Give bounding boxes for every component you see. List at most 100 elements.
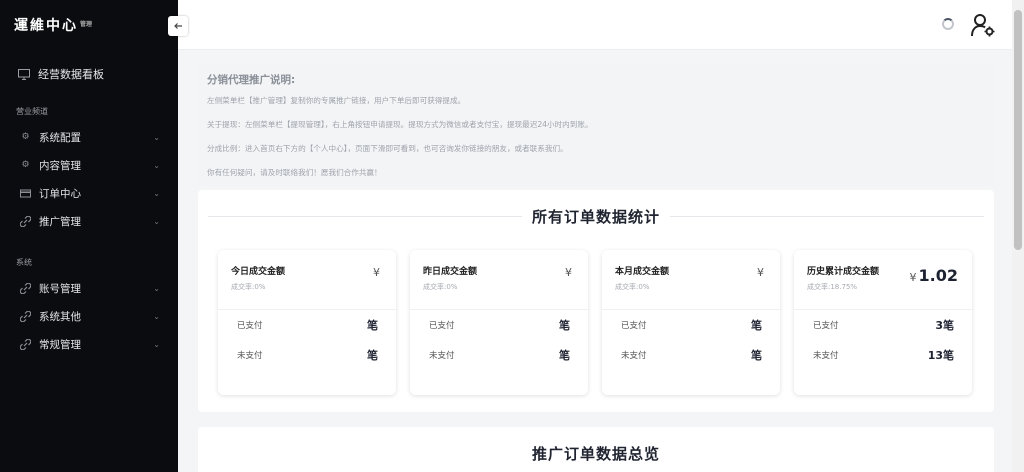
card-amount: ¥ 1.02 [910,266,958,285]
card-rate: 成交率:0% [615,283,650,291]
paid-label: 已支付 [813,321,839,331]
sidebar-item-accounts[interactable]: 账号管理 ⌄ [0,274,178,302]
unpaid-row: 未支付 笔 [410,340,588,370]
currency-symbol: ¥ [757,266,764,279]
link-icon [20,215,31,227]
paid-count: 3笔 [935,319,954,332]
gear-icon: ⚙ [21,159,30,170]
main-content: 分销代理推广说明: 左侧菜单栏【推广管理】复制你的专属推广链接，用户下单后即可获… [178,50,1012,472]
currency-symbol: ¥ [565,266,572,279]
unpaid-count: 笔 [751,349,762,362]
sidebar-item-label: 推广管理 [39,215,81,228]
card-header: 今日成交金额 成交率:0% ¥ [218,250,396,310]
paid-row: 已支付 3笔 [794,310,972,340]
link-icon [20,310,31,322]
page-scrollbar[interactable] [1012,0,1024,472]
monitor-icon [18,68,30,80]
notice-line: 分成比例：进入首页右下方的【个人中心】，页面下滑即可看到，也可咨询发你链接的朋友… [207,144,568,153]
notice-line: 左侧菜单栏【推广管理】复制你的专属推广链接，用户下单后即可获得提成。 [207,96,466,105]
chevron-down-icon: ⌄ [153,339,160,349]
chevron-down-icon: ⌄ [153,132,160,142]
notice-line: 关于提现：左侧菜单栏【提现管理】，右上角按钮申请提现。提现方式为微信或者支付宝，… [207,120,593,129]
card-label: 今日成交金额 [231,267,286,277]
panel-title: 推广订单数据总览 [531,445,660,463]
paid-row: 已支付 笔 [410,310,588,340]
card-label: 本月成交金额 [615,267,670,277]
unpaid-row: 未支付 笔 [602,340,780,370]
unpaid-count: 笔 [559,349,570,362]
panel-title-row: 所有订单数据统计 [198,204,994,228]
card-label: 昨日成交金额 [423,267,478,277]
sidebar-item-label: 系统配置 [39,131,81,144]
promotion-notice: 分销代理推广说明: 左侧菜单栏【推广管理】复制你的专属推广链接，用户下单后即可获… [198,64,994,186]
chevron-down-icon: ⌄ [153,188,160,198]
stat-card-today: 今日成交金额 成交率:0% ¥ 已支付 笔 未支付 笔 [218,250,396,395]
unpaid-row: 未支付 13笔 [794,340,972,370]
sidebar-item-general[interactable]: 常规管理 ⌄ [0,330,178,358]
card-header: 历史累计成交金额 成交率:18.75% ¥ 1.02 [794,250,972,310]
sidebar-item-dashboard[interactable]: 经营数据看板 [0,60,178,88]
sidebar-section-title-system: 系统 [16,258,32,267]
card-header: 本月成交金额 成交率:0% ¥ [602,250,780,310]
currency-symbol: ¥ [909,271,917,284]
chevron-down-icon: ⌄ [153,216,160,226]
brand-name: 運維中心 [14,18,78,34]
unpaid-count: 13笔 [927,349,954,362]
unpaid-label: 未支付 [429,351,455,361]
brand-logo[interactable]: 運維中心 管理 [0,0,178,50]
top-header [178,0,1012,50]
sidebar-item-system-config[interactable]: ⚙ 系统配置 ⌄ [0,123,178,151]
sidebar-item-system-other[interactable]: 系统其他 ⌄ [0,302,178,330]
sidebar-item-label: 经营数据看板 [38,68,104,81]
loading-spinner-icon [942,18,954,30]
scrollbar-thumb[interactable] [1014,10,1022,250]
card-rate: 成交率:0% [423,283,458,291]
arrow-left-icon [174,23,182,29]
sidebar-item-label: 订单中心 [39,187,81,200]
stat-card-month: 本月成交金额 成交率:0% ¥ 已支付 笔 未支付 笔 [602,250,780,395]
paid-row: 已支付 笔 [218,310,396,340]
card-icon [20,189,31,197]
chevron-down-icon: ⌄ [153,311,160,321]
promo-stats-panel: 推广订单数据总览 [198,427,994,472]
sidebar-item-label: 账号管理 [39,282,81,295]
link-icon [20,338,31,350]
notice-line: 你有任何疑问，请及时联络我们！愿我们合作共赢！ [207,168,382,177]
card-amount: ¥ [757,266,766,279]
sidebar-item-content[interactable]: ⚙ 内容管理 ⌄ [0,151,178,179]
card-rate: 成交率:0% [231,283,266,291]
divider [208,215,522,217]
notice-title: 分销代理推广说明: [207,74,296,86]
sidebar-collapse-button[interactable] [168,16,188,36]
amount-value: 1.02 [918,266,958,285]
paid-row: 已支付 笔 [602,310,780,340]
paid-count: 笔 [367,319,378,332]
unpaid-label: 未支付 [237,351,263,361]
paid-count: 笔 [751,319,762,332]
sidebar-item-label: 内容管理 [39,159,81,172]
card-amount: ¥ [373,266,382,279]
unpaid-label: 未支付 [813,351,839,361]
sidebar: 運維中心 管理 经营数据看板 营业频道 ⚙ 系统配置 ⌄ ⚙ 内容管理 ⌄ 订单… [0,0,178,472]
unpaid-row: 未支付 笔 [218,340,396,370]
brand-small-text: 管理 [80,21,93,28]
currency-symbol: ¥ [373,266,380,279]
paid-label: 已支付 [621,321,647,331]
paid-count: 笔 [559,319,570,332]
divider [670,215,985,217]
paid-label: 已支付 [237,321,263,331]
stat-card-yesterday: 昨日成交金额 成交率:0% ¥ 已支付 笔 未支付 笔 [410,250,588,395]
chevron-down-icon: ⌄ [153,283,160,293]
link-icon [20,282,31,294]
sidebar-item-orders[interactable]: 订单中心 ⌄ [0,179,178,207]
user-settings-icon[interactable] [970,12,996,38]
stat-card-total: 历史累计成交金额 成交率:18.75% ¥ 1.02 已支付 3笔 未支付 13… [794,250,972,395]
chevron-down-icon: ⌄ [153,160,160,170]
gear-icon: ⚙ [21,131,30,142]
card-amount: ¥ [565,266,574,279]
sidebar-item-label: 系统其他 [39,310,81,323]
sidebar-item-promotion[interactable]: 推广管理 ⌄ [0,207,178,235]
sidebar-section-title-ops: 营业频道 [16,107,48,116]
unpaid-count: 笔 [367,349,378,362]
panel-title: 所有订单数据统计 [532,207,661,226]
